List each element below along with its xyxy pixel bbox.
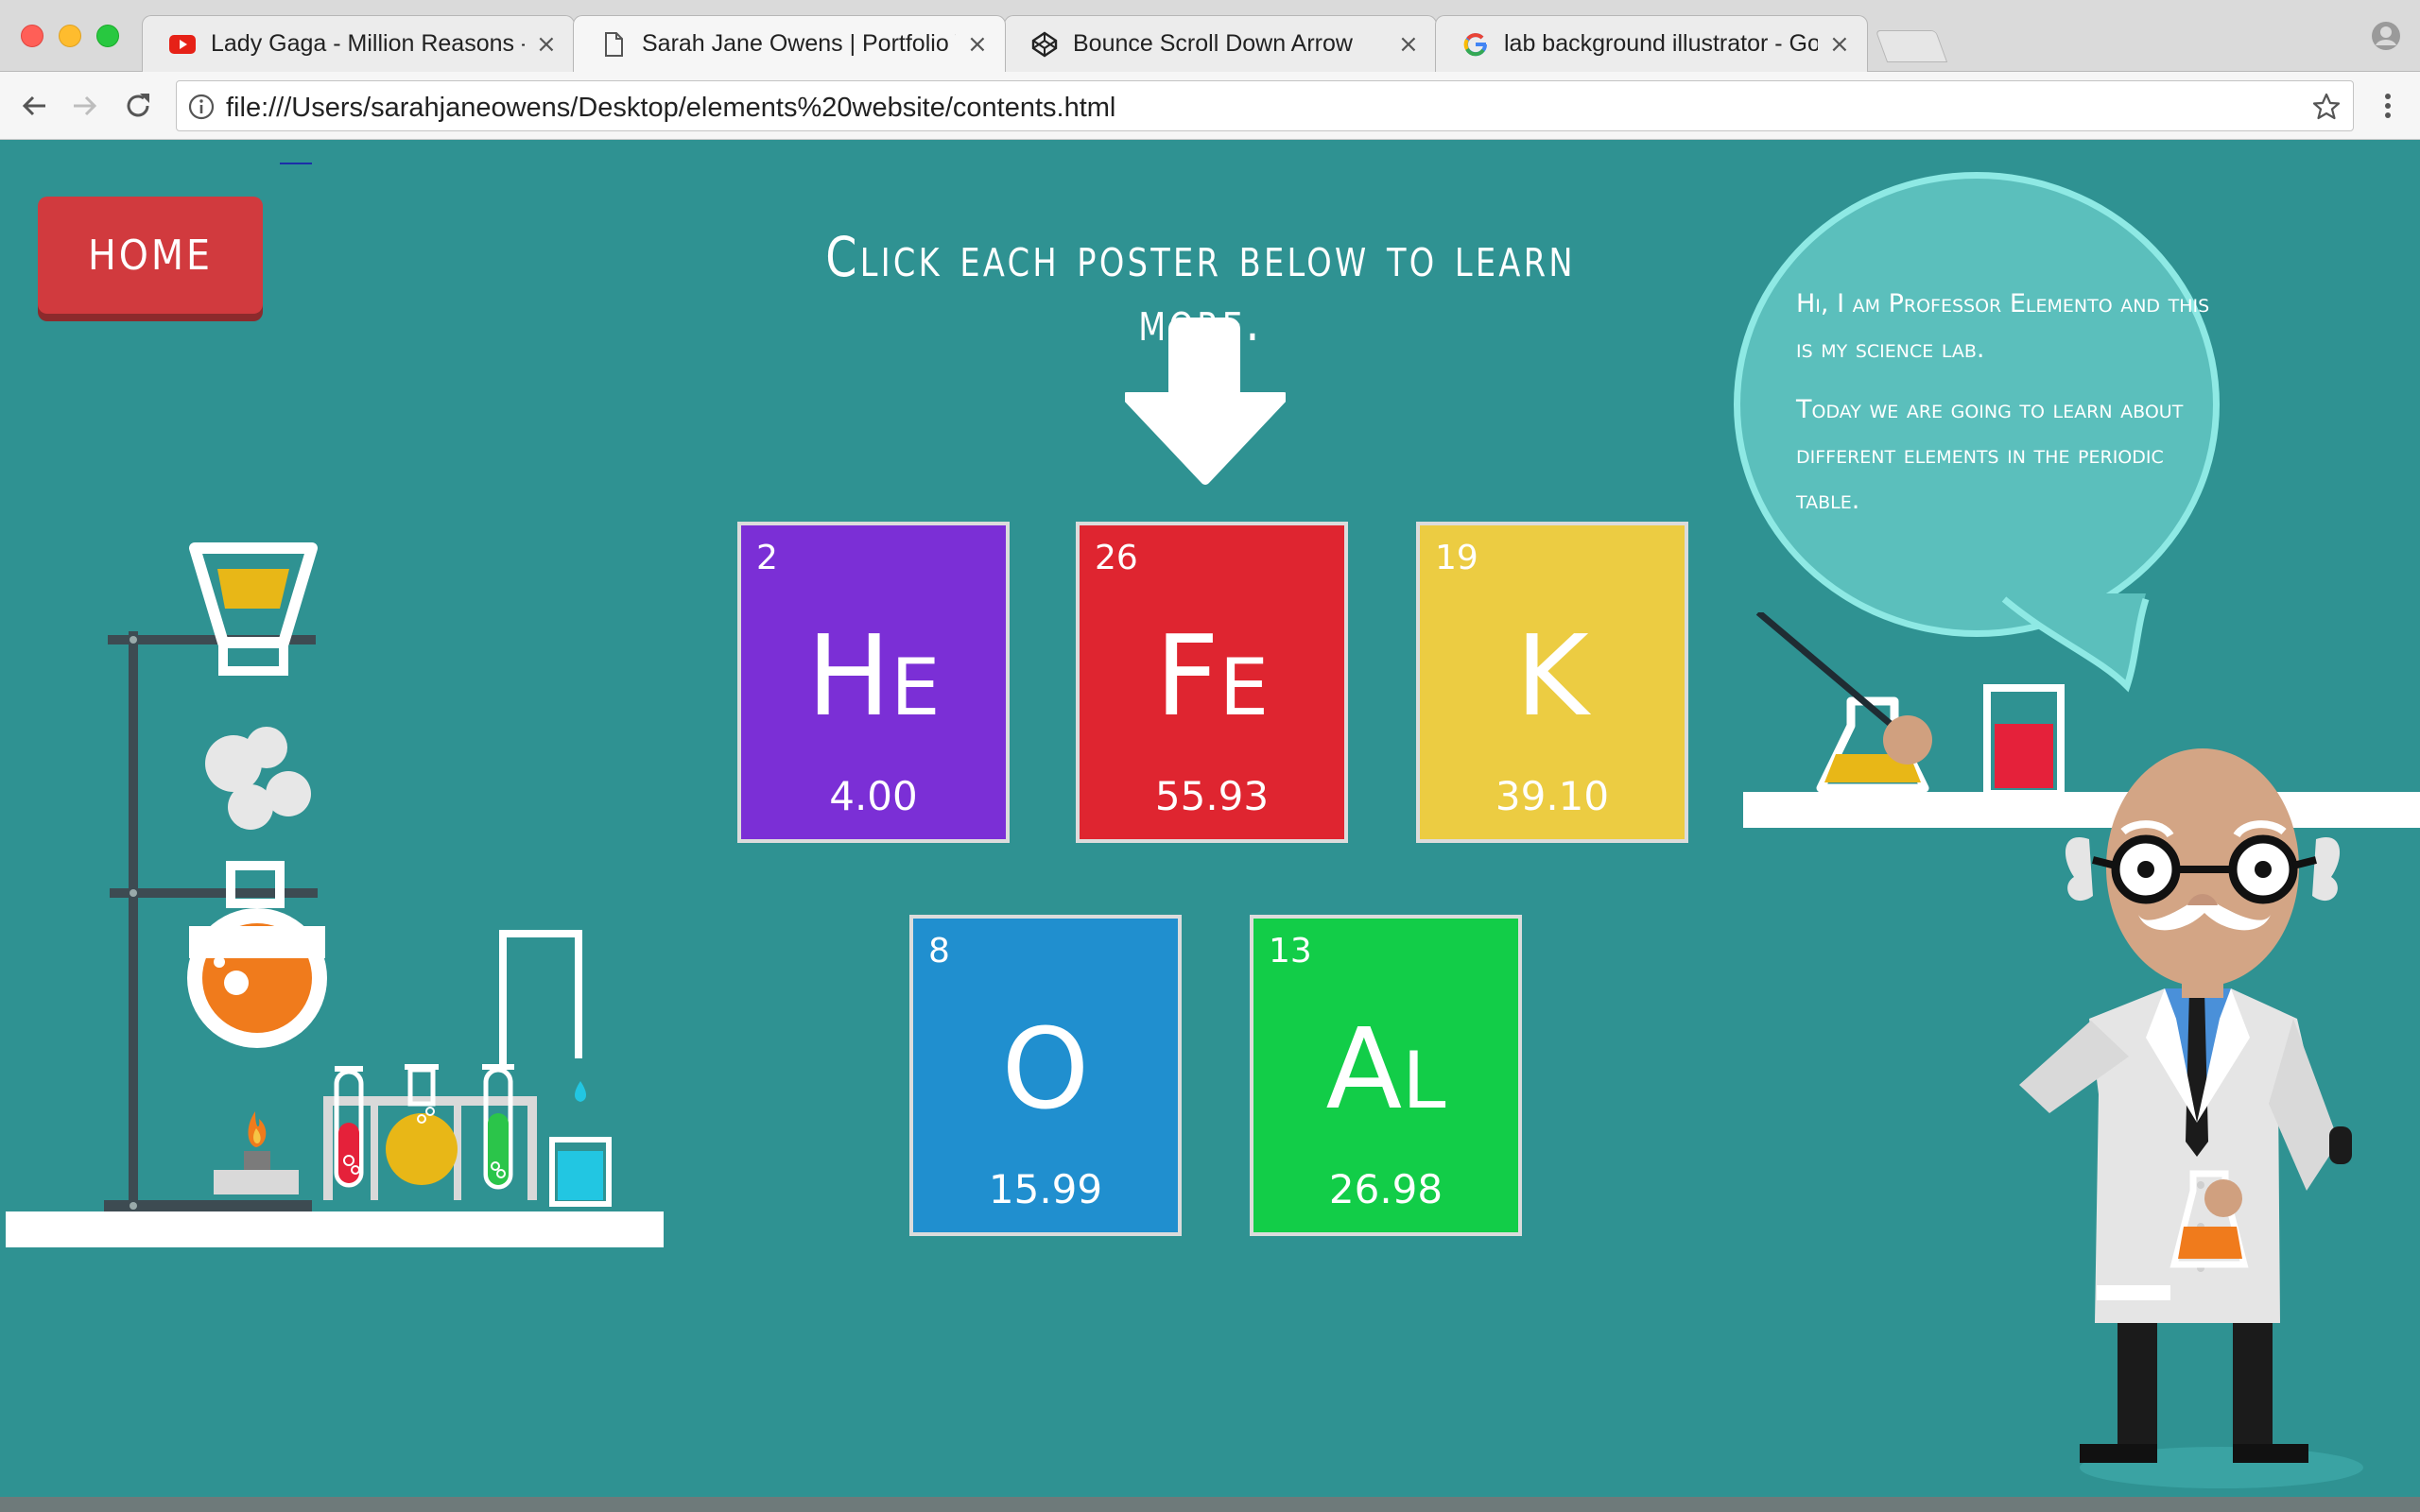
- tab-close-icon[interactable]: ×: [536, 32, 557, 57]
- profile-icon[interactable]: [2371, 21, 2401, 51]
- atomic-number: 26: [1095, 539, 1138, 577]
- tab-close-icon[interactable]: ×: [1829, 32, 1850, 57]
- atomic-number: 13: [1269, 932, 1312, 971]
- scroll-down-arrow-icon: [1125, 318, 1286, 485]
- page-content: HOME Click each poster below to learn mo…: [0, 140, 2420, 1497]
- element-symbol: Fe: [1154, 610, 1270, 741]
- back-arrow-icon[interactable]: [17, 89, 51, 123]
- atomic-mass: 55.93: [1154, 773, 1270, 819]
- element-symbol: K: [1515, 610, 1589, 741]
- element-poster-o[interactable]: 8 O 15.99: [909, 915, 1182, 1236]
- atomic-mass: 4.00: [829, 773, 918, 819]
- atomic-mass: 26.98: [1328, 1166, 1443, 1212]
- speech-bubble-text: Hi, I am Professor Elemento and this is …: [1796, 282, 2212, 524]
- document-icon: [600, 31, 627, 58]
- element-symbol: Al: [1325, 1004, 1446, 1134]
- tab-close-icon[interactable]: ×: [967, 32, 988, 57]
- minimize-window-button[interactable]: [59, 25, 81, 47]
- url-text: file:///Users/sarahjaneowens/Desktop/ele…: [226, 93, 1116, 123]
- tab-title: Lady Gaga - Million Reasons -: [211, 30, 525, 57]
- element-symbol: He: [806, 610, 941, 741]
- forward-arrow-icon[interactable]: [68, 89, 102, 123]
- tab-lady-gaga[interactable]: Lady Gaga - Million Reasons - ×: [142, 15, 575, 72]
- atomic-number: 2: [756, 539, 778, 577]
- atomic-mass: 15.99: [988, 1166, 1103, 1212]
- browser-toolbar: file:///Users/sarahjaneowens/Desktop/ele…: [0, 72, 2420, 140]
- element-poster-he[interactable]: 2 He 4.00: [737, 522, 1010, 843]
- element-poster-fe[interactable]: 26 Fe 55.93: [1076, 522, 1348, 843]
- tab-bounce-arrow[interactable]: Bounce Scroll Down Arrow ×: [1004, 15, 1437, 72]
- element-symbol: O: [1001, 1004, 1090, 1134]
- tab-portfolio[interactable]: Sarah Jane Owens | Portfolio W ×: [573, 15, 1006, 72]
- speech-line-intro: Hi, I am Professor Elemento and this is …: [1796, 289, 2210, 364]
- reload-icon[interactable]: [121, 89, 155, 123]
- speech-line-topic: Today we are going to learn about differ…: [1796, 395, 2184, 515]
- bookmark-star-icon[interactable]: [2311, 92, 2342, 122]
- atomic-mass: 39.10: [1495, 773, 1610, 819]
- window-bottom-edge: [0, 1497, 2420, 1512]
- professor-illustration: [1743, 612, 2420, 1488]
- tab-title: Sarah Jane Owens | Portfolio W: [642, 30, 956, 57]
- tab-bar: Lady Gaga - Million Reasons - × Sarah Ja…: [0, 0, 2420, 72]
- tab-title: lab background illustrator - Go: [1504, 30, 1818, 57]
- tab-close-icon[interactable]: ×: [1398, 32, 1419, 57]
- close-window-button[interactable]: [21, 25, 43, 47]
- home-button[interactable]: HOME: [38, 197, 263, 314]
- element-poster-al[interactable]: 13 Al 26.98: [1250, 915, 1522, 1236]
- skip-link[interactable]: [280, 163, 312, 164]
- element-poster-k[interactable]: 19 K 39.10: [1416, 522, 1688, 843]
- codepen-icon: [1031, 31, 1058, 58]
- address-bar[interactable]: file:///Users/sarahjaneowens/Desktop/ele…: [176, 80, 2354, 131]
- youtube-icon: [169, 31, 196, 58]
- tab-title: Bounce Scroll Down Arrow: [1073, 30, 1353, 57]
- tab-google-search[interactable]: lab background illustrator - Go ×: [1435, 15, 1868, 72]
- atomic-number: 19: [1435, 539, 1478, 577]
- zoom-window-button[interactable]: [96, 25, 119, 47]
- lab-equipment-illustration: [6, 542, 664, 1247]
- google-icon: [1462, 31, 1489, 58]
- atomic-number: 8: [928, 932, 950, 971]
- info-icon[interactable]: [188, 94, 215, 120]
- new-tab-button[interactable]: [1875, 30, 1948, 62]
- more-menu-icon[interactable]: [2371, 89, 2405, 123]
